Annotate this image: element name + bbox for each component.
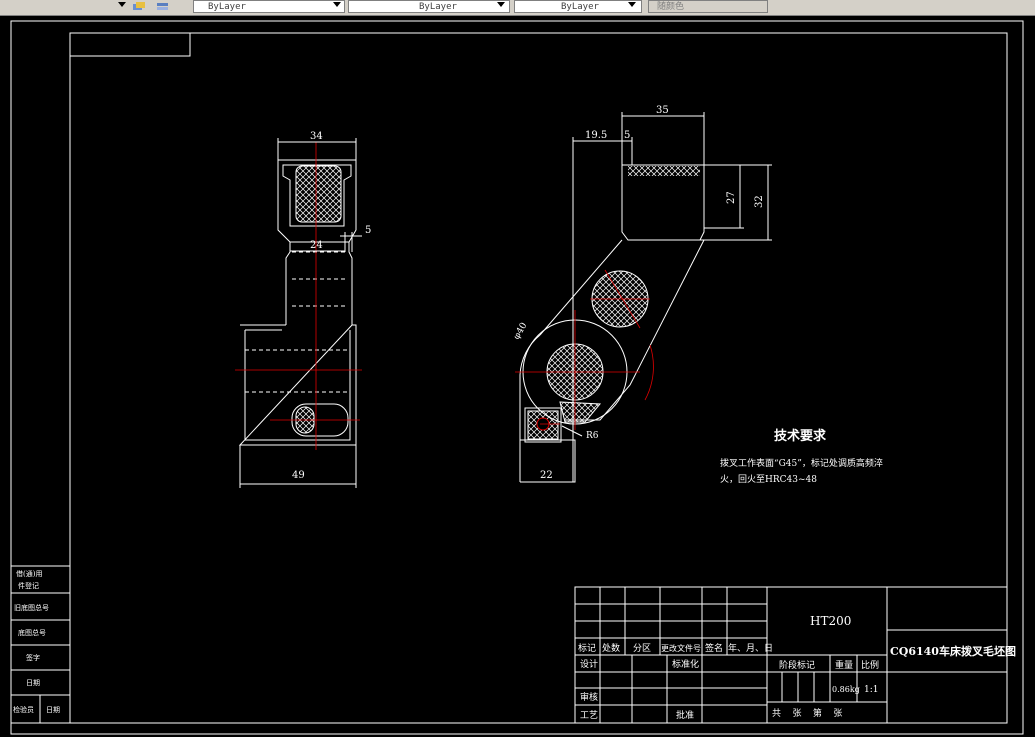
fork-head-hatch bbox=[628, 166, 700, 176]
color-select[interactable]: ByLayer bbox=[193, 0, 345, 13]
linetype-select[interactable]: ByLayer bbox=[348, 0, 510, 13]
leader-r6 bbox=[561, 425, 583, 437]
dim-35-label: 35 bbox=[656, 105, 669, 116]
header-mark: 标记 bbox=[578, 642, 596, 654]
dim-24-label: 24 bbox=[310, 240, 323, 251]
tech-requirements-line1: 拨叉工作表面“G45”，标记处调质高频淬 bbox=[720, 457, 883, 469]
row-scale: 比例 bbox=[861, 659, 879, 671]
neck-outline bbox=[285, 242, 353, 325]
tech-requirements-line2: 火，回火至HRC43~48 bbox=[720, 474, 817, 485]
plotstyle-select[interactable]: 随颜色 bbox=[648, 0, 768, 13]
dim-49-label: 49 bbox=[292, 470, 305, 481]
left-block-c5: 签字 bbox=[26, 653, 40, 662]
properties-toolbar: ByLayer ByLayer ByLayer 随颜色 bbox=[0, 0, 1035, 16]
weight-value: 0.86kg bbox=[832, 685, 860, 694]
header-date: 年、月、日 bbox=[728, 642, 773, 654]
chevron-down-icon[interactable] bbox=[497, 2, 505, 7]
drawing-name: CQ6140车床拨叉毛坯图 bbox=[890, 644, 1016, 658]
dim-5-label: 5 bbox=[365, 225, 371, 236]
dim-32-label: 32 bbox=[754, 195, 765, 208]
layer-tools-icon[interactable] bbox=[132, 1, 146, 12]
plotstyle-select-value: 随颜色 bbox=[657, 2, 685, 12]
row-review: 审核 bbox=[580, 691, 598, 703]
front-view bbox=[515, 112, 772, 483]
scale-value: 1:1 bbox=[864, 685, 878, 695]
header-zone: 分区 bbox=[633, 643, 651, 654]
tech-requirements-title: 技术要求 bbox=[774, 428, 827, 444]
sheet-count: 共 张 第 张 bbox=[772, 707, 842, 719]
linetype-select-value: ByLayer bbox=[419, 2, 457, 12]
sheet-inner-border bbox=[69, 32, 1008, 724]
row-standard: 标准化 bbox=[672, 658, 699, 670]
fork-section-hatch bbox=[295, 165, 342, 223]
left-block-c2: 件登记 bbox=[18, 581, 39, 590]
header-sign: 签名 bbox=[705, 642, 723, 654]
left-block-c4: 底图总号 bbox=[18, 628, 46, 637]
corner-code-box bbox=[69, 32, 191, 57]
drawing-canvas[interactable]: 34 24 5 49 35 19.5 5 27 32 22 R6 φ40 技术要… bbox=[0, 16, 1035, 737]
row-weight: 重量 bbox=[835, 659, 853, 671]
header-count: 处数 bbox=[602, 642, 620, 654]
left-block-c7b: 日期 bbox=[46, 706, 60, 714]
dim-5b-label: 5 bbox=[624, 130, 630, 141]
diameter-40-label: φ40 bbox=[512, 321, 530, 342]
radius-r6-label: R6 bbox=[586, 431, 599, 441]
dim-27-label: 27 bbox=[726, 191, 737, 204]
row-stage: 阶段标记 bbox=[779, 659, 815, 671]
row-process: 工艺 bbox=[580, 710, 598, 721]
left-block-c3: 旧底图总号 bbox=[14, 603, 49, 612]
color-select-value: ByLayer bbox=[208, 2, 246, 12]
left-block-c6: 日期 bbox=[26, 679, 40, 687]
row-approve: 批准 bbox=[676, 709, 694, 721]
dropdown-arrow-icon[interactable] bbox=[118, 2, 126, 7]
chevron-down-icon[interactable] bbox=[333, 2, 341, 7]
side-view bbox=[235, 138, 362, 488]
web-hatch bbox=[559, 401, 602, 423]
dim-22-label: 22 bbox=[540, 470, 553, 481]
fork-head-outline bbox=[621, 164, 705, 241]
lineweight-select-value: ByLayer bbox=[561, 2, 599, 12]
layer-stack-icon[interactable] bbox=[156, 1, 170, 12]
lineweight-select[interactable]: ByLayer bbox=[514, 0, 642, 13]
dim-34-label: 34 bbox=[310, 131, 323, 142]
header-doc: 更改文件号 bbox=[661, 643, 701, 653]
sheet-outer-border bbox=[10, 20, 1024, 735]
left-block-c1: 借(通)用 bbox=[16, 569, 42, 578]
dim-19-5-label: 19.5 bbox=[585, 130, 607, 141]
material-value: HT200 bbox=[810, 614, 851, 628]
chevron-down-icon[interactable] bbox=[628, 2, 636, 7]
left-block-c7a: 检验员 bbox=[13, 705, 34, 714]
row-design: 设计 bbox=[580, 658, 598, 670]
